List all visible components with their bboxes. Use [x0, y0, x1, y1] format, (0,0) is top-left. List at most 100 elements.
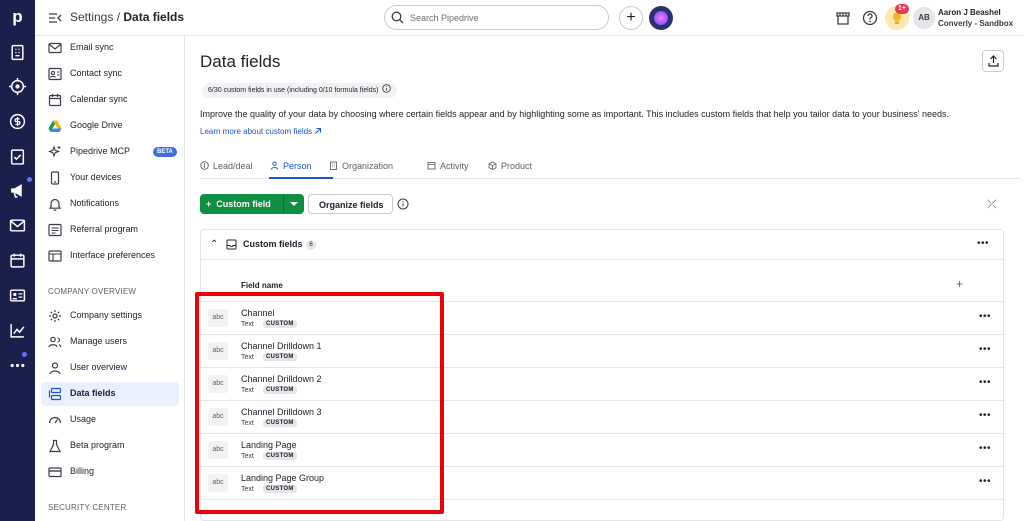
- organize-fields-label: Organize fields: [319, 200, 384, 210]
- sidebar-item-usage[interactable]: Usage: [41, 408, 179, 432]
- info-icon[interactable]: [382, 84, 392, 93]
- tab-label: Product: [501, 161, 533, 171]
- row-more-icon[interactable]: •••: [979, 377, 991, 388]
- table-row[interactable]: abc Channel Drilldown 1 Text CUSTOM •••: [201, 335, 1003, 368]
- sidebar-item-email-sync[interactable]: Email sync: [41, 36, 179, 60]
- dollar-circle-icon: [200, 161, 209, 170]
- building-icon[interactable]: [9, 44, 26, 61]
- add-column-icon[interactable]: +: [956, 277, 963, 291]
- settings-sidebar: Email sync Contact sync Calendar sync Go…: [35, 36, 185, 521]
- tab-label: Person: [283, 161, 312, 171]
- row-more-icon[interactable]: •••: [979, 443, 991, 454]
- usage-text: 6/30 custom fields in use (including 0/1…: [208, 87, 379, 94]
- sidebar-item-interface-preferences[interactable]: Interface preferences: [41, 244, 179, 268]
- sidebar-item-contact-sync[interactable]: Contact sync: [41, 62, 179, 86]
- tab-organization[interactable]: Organization: [329, 161, 393, 171]
- organize-fields-button[interactable]: Organize fields: [308, 194, 393, 214]
- info-icon[interactable]: [397, 198, 409, 210]
- field-type: Text: [241, 420, 254, 427]
- referral-icon: [48, 223, 62, 237]
- table-row[interactable]: abc Landing Page Group Text CUSTOM •••: [201, 467, 1003, 500]
- sidebar-item-calendar-sync[interactable]: Calendar sync: [41, 88, 179, 112]
- sidebar-item-google-drive[interactable]: Google Drive: [41, 114, 179, 138]
- export-icon: [988, 55, 999, 67]
- sidebar-item-label: Manage users: [70, 336, 128, 346]
- sidebar-item-label: Usage: [70, 414, 97, 424]
- more-icon[interactable]: [9, 357, 26, 374]
- table-row[interactable]: abc Channel Drilldown 3 Text CUSTOM •••: [201, 401, 1003, 434]
- section-more-icon[interactable]: •••: [977, 238, 989, 249]
- sidebar-item-label: Referral program: [70, 224, 139, 234]
- quick-add-button[interactable]: +: [619, 6, 643, 30]
- sidebar-item-your-devices[interactable]: Your devices: [41, 166, 179, 190]
- collapse-sidebar-icon[interactable]: [48, 11, 62, 25]
- row-more-icon[interactable]: •••: [979, 344, 991, 355]
- field-type: Text: [241, 387, 254, 394]
- sidebar-item-referral-program[interactable]: Referral program: [41, 218, 179, 242]
- search-input[interactable]: [410, 10, 600, 26]
- inbox-icon: [226, 239, 237, 250]
- chevron-up-icon[interactable]: ⌃: [210, 239, 218, 250]
- table-row[interactable]: abc Landing Page Text CUSTOM •••: [201, 434, 1003, 467]
- help-icon[interactable]: [862, 10, 878, 26]
- target-icon[interactable]: [9, 78, 26, 95]
- contact-card-icon[interactable]: [9, 287, 26, 304]
- field-type: Text: [241, 354, 254, 361]
- sidebar-item-billing[interactable]: Billing: [41, 460, 179, 484]
- avatar[interactable]: AB: [913, 7, 935, 29]
- ai-assistant-button[interactable]: [649, 6, 673, 30]
- tab-person[interactable]: Person: [270, 161, 312, 171]
- sidebar-item-label: Billing: [70, 466, 95, 476]
- row-more-icon[interactable]: •••: [979, 410, 991, 421]
- phone-icon: [50, 171, 60, 185]
- user-menu[interactable]: Aaron J Beashel Converly - Sandbox: [938, 7, 1013, 29]
- gauge-icon: [48, 416, 62, 424]
- custom-tag: CUSTOM: [263, 419, 297, 427]
- text-type-icon: abc: [208, 375, 228, 393]
- sidebar-item-data-fields[interactable]: Data fields: [41, 382, 179, 406]
- sidebar-item-label: Calendar sync: [70, 94, 128, 104]
- person-icon: [270, 161, 279, 170]
- custom-fields-card: ⌃ Custom fields 6 ••• Field name + abc C…: [200, 229, 1004, 521]
- sidebar-item-notifications[interactable]: Notifications: [41, 192, 179, 216]
- megaphone-icon[interactable]: [9, 182, 26, 199]
- mail-icon[interactable]: [9, 217, 26, 234]
- dollar-icon[interactable]: [9, 113, 26, 130]
- table-row[interactable]: abc Channel Text CUSTOM •••: [201, 302, 1003, 335]
- bell-icon: [48, 198, 62, 211]
- breadcrumb-settings[interactable]: Settings: [70, 10, 113, 24]
- tab-activity[interactable]: Activity: [427, 161, 469, 171]
- marketplace-icon[interactable]: [835, 10, 851, 26]
- search-box[interactable]: [384, 5, 609, 30]
- sidebar-item-pipedrive-mcp[interactable]: Pipedrive MCP BETA: [41, 140, 179, 164]
- top-bar: Settings / Data fields + 1+ AB Aaron J B…: [35, 0, 1024, 36]
- mail-icon: [48, 42, 62, 54]
- notification-badge: 1+: [895, 4, 909, 14]
- sidebar-item-user-overview[interactable]: User overview: [41, 356, 179, 380]
- calendar-icon[interactable]: [9, 252, 26, 269]
- sidebar-item-manage-users[interactable]: Manage users: [41, 330, 179, 354]
- learn-more-link[interactable]: Learn more about custom fields: [200, 127, 322, 136]
- table-row[interactable]: abc Channel Drilldown 2 Text CUSTOM •••: [201, 368, 1003, 401]
- custom-tag: CUSTOM: [263, 485, 297, 493]
- tab-product[interactable]: Product: [488, 161, 532, 171]
- collapse-all-icon[interactable]: ⤫: [987, 197, 997, 212]
- clipboard-check-icon[interactable]: [9, 148, 26, 165]
- tab-lead-deal[interactable]: Lead/deal: [200, 161, 253, 171]
- add-custom-field-button[interactable]: + Custom field: [200, 194, 304, 214]
- interface-icon: [48, 250, 62, 262]
- sidebar-item-label: Notifications: [70, 198, 120, 208]
- chart-icon[interactable]: [9, 322, 26, 339]
- pipedrive-logo[interactable]: p: [7, 6, 28, 28]
- data-fields-icon: [48, 387, 62, 401]
- left-nav-rail: p: [0, 0, 35, 521]
- sidebar-item-company-settings[interactable]: Company settings: [41, 304, 179, 328]
- row-more-icon[interactable]: •••: [979, 311, 991, 322]
- sidebar-item-label: Google Drive: [70, 120, 123, 130]
- export-button[interactable]: [982, 50, 1004, 72]
- chevron-down-icon[interactable]: [290, 202, 298, 206]
- custom-fields-header[interactable]: ⌃ Custom fields 6 •••: [201, 230, 1003, 260]
- sidebar-item-beta-program[interactable]: Beta program: [41, 434, 179, 458]
- fields-table: Field name + abc Channel Text CUSTOM •••…: [201, 268, 1003, 521]
- row-more-icon[interactable]: •••: [979, 476, 991, 487]
